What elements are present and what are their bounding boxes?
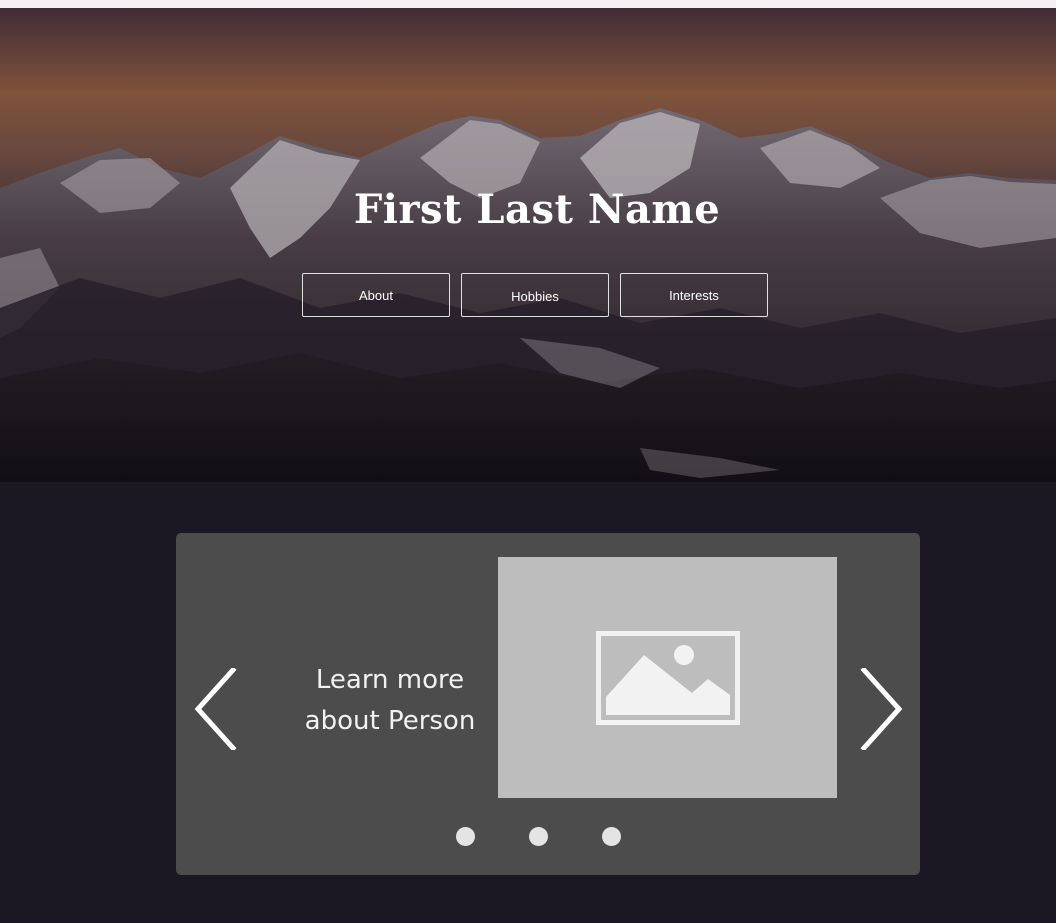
carousel-caption-line-2: about Person (304, 706, 476, 736)
carousel-pagination (456, 827, 621, 846)
hero-banner: First Last Name About Hobbies Interests (0, 8, 1056, 482)
top-strip (0, 0, 1056, 8)
carousel-caption: Learn more about Person (300, 660, 480, 742)
image-placeholder-icon (596, 631, 740, 725)
page-title: First Last Name (353, 186, 721, 233)
page: First Last Name About Hobbies Interests … (0, 0, 1056, 923)
carousel-next-button[interactable] (860, 666, 904, 755)
carousel-dot-1[interactable] (456, 827, 475, 846)
carousel-image (498, 557, 837, 798)
interests-button[interactable]: Interests (620, 273, 768, 317)
carousel-dot-2[interactable] (529, 827, 548, 846)
carousel-caption-line-1: Learn more (315, 665, 465, 695)
hero-dim-overlay (0, 8, 1056, 482)
about-button[interactable]: About (302, 273, 450, 317)
carousel-dot-3[interactable] (602, 827, 621, 846)
chevron-left-icon (194, 666, 237, 752)
hero-nav: About Hobbies Interests (302, 273, 768, 317)
carousel-prev-button[interactable] (193, 666, 237, 755)
hobbies-button[interactable]: Hobbies (461, 273, 609, 317)
chevron-right-icon (860, 666, 903, 752)
